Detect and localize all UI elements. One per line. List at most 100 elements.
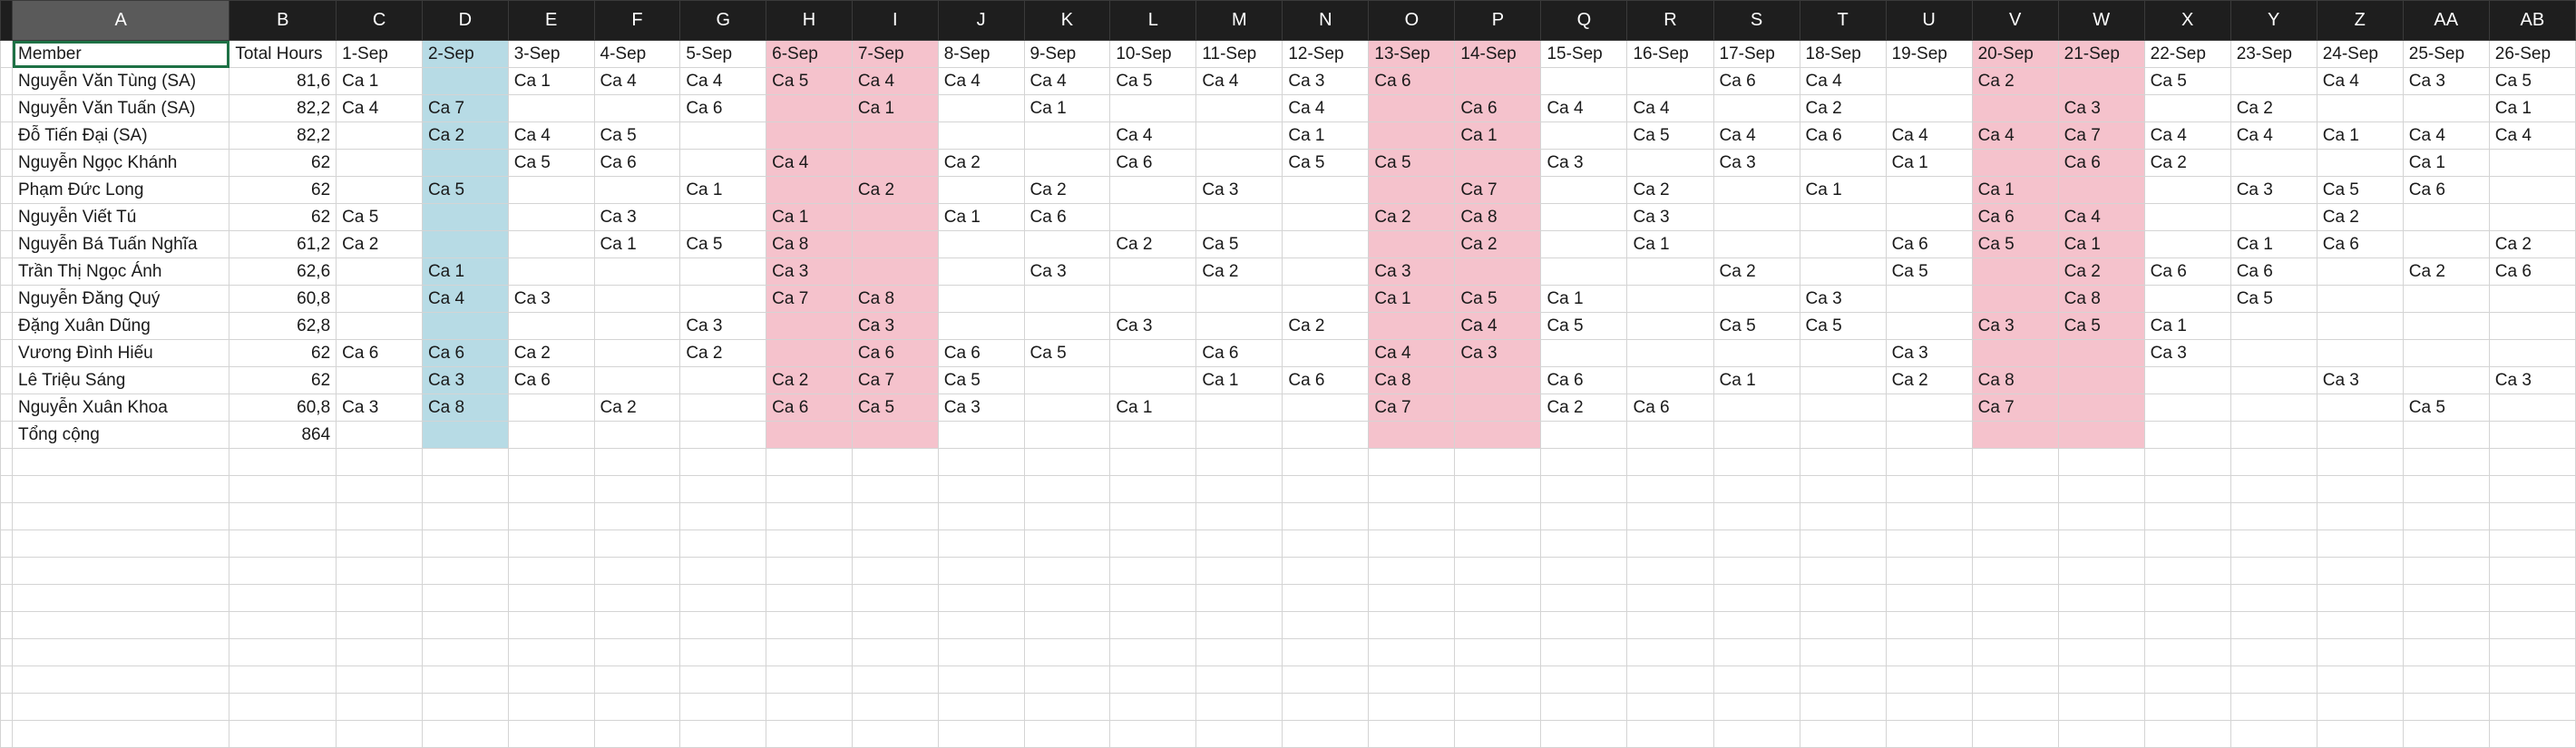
cell-v26[interactable]: [1971, 720, 2059, 748]
row-header[interactable]: [0, 257, 13, 286]
cell-e5[interactable]: Ca 5: [507, 149, 595, 177]
cell-x2[interactable]: Ca 5: [2143, 67, 2231, 95]
cell-t13[interactable]: [1799, 366, 1887, 394]
cell-e11[interactable]: [507, 312, 595, 340]
cell-w17[interactable]: [2057, 475, 2145, 503]
cell-w7[interactable]: Ca 4: [2057, 203, 2145, 231]
cell-c4[interactable]: [336, 121, 423, 150]
cell-ab15[interactable]: [2488, 421, 2576, 449]
cell-m5[interactable]: [1195, 149, 1283, 177]
cell-o26[interactable]: [1368, 720, 1456, 748]
cell-j7[interactable]: Ca 1: [937, 203, 1025, 231]
cell-w2[interactable]: [2057, 67, 2145, 95]
cell-d2[interactable]: [421, 67, 509, 95]
cell-u17[interactable]: [1885, 475, 1973, 503]
cell-i26[interactable]: [851, 720, 939, 748]
cell-e23[interactable]: [507, 638, 595, 666]
cell-r3[interactable]: Ca 4: [1626, 94, 1714, 122]
cell-c20[interactable]: [336, 557, 423, 585]
cell-e16[interactable]: [507, 448, 595, 476]
cell-d14[interactable]: Ca 8: [421, 393, 509, 422]
cell-p23[interactable]: [1454, 638, 1542, 666]
column-header-r[interactable]: R: [1626, 0, 1714, 41]
cell-n14[interactable]: [1282, 393, 1370, 422]
cell-g26[interactable]: [679, 720, 767, 748]
cell-aa4[interactable]: Ca 4: [2402, 121, 2490, 150]
cell-o1[interactable]: 13-Sep: [1368, 40, 1456, 68]
cell-x26[interactable]: [2143, 720, 2231, 748]
cell-ab17[interactable]: [2488, 475, 2576, 503]
row-header[interactable]: [0, 529, 13, 558]
row-header[interactable]: [0, 557, 13, 585]
cell-d7[interactable]: [421, 203, 509, 231]
cell-e12[interactable]: Ca 2: [507, 339, 595, 367]
cell-r19[interactable]: [1626, 529, 1714, 558]
cell-f19[interactable]: [593, 529, 681, 558]
row-header[interactable]: [0, 693, 13, 721]
cell-z13[interactable]: Ca 3: [2316, 366, 2404, 394]
cell-u16[interactable]: [1885, 448, 1973, 476]
column-header-q[interactable]: Q: [1540, 0, 1628, 41]
cell-z2[interactable]: Ca 4: [2316, 67, 2404, 95]
select-all-corner[interactable]: [0, 0, 13, 41]
cell-w4[interactable]: Ca 7: [2057, 121, 2145, 150]
cell-j9[interactable]: [937, 257, 1025, 286]
cell-f5[interactable]: Ca 6: [593, 149, 681, 177]
cell-p13[interactable]: [1454, 366, 1542, 394]
cell-z9[interactable]: [2316, 257, 2404, 286]
row-header[interactable]: [0, 121, 13, 150]
column-header-l[interactable]: L: [1109, 0, 1197, 41]
cell-k17[interactable]: [1023, 475, 1111, 503]
cell-u2[interactable]: [1885, 67, 1973, 95]
column-header-o[interactable]: O: [1368, 0, 1456, 41]
row-header[interactable]: [0, 475, 13, 503]
cell-c8[interactable]: Ca 2: [336, 230, 423, 258]
cell-l11[interactable]: Ca 3: [1109, 312, 1197, 340]
cell-i8[interactable]: [851, 230, 939, 258]
cell-e14[interactable]: [507, 393, 595, 422]
column-header-u[interactable]: U: [1885, 0, 1973, 41]
cell-r4[interactable]: Ca 5: [1626, 121, 1714, 150]
cell-s1[interactable]: 17-Sep: [1712, 40, 1800, 68]
column-header-k[interactable]: K: [1023, 0, 1111, 41]
cell-e7[interactable]: [507, 203, 595, 231]
cell-b9[interactable]: 62,6: [229, 257, 337, 286]
cell-n13[interactable]: Ca 6: [1282, 366, 1370, 394]
cell-w26[interactable]: [2057, 720, 2145, 748]
cell-h7[interactable]: Ca 1: [766, 203, 853, 231]
cell-aa1[interactable]: 25-Sep: [2402, 40, 2490, 68]
cell-n24[interactable]: [1282, 665, 1370, 694]
cell-k24[interactable]: [1023, 665, 1111, 694]
cell-z12[interactable]: [2316, 339, 2404, 367]
cell-p7[interactable]: Ca 8: [1454, 203, 1542, 231]
cell-i19[interactable]: [851, 529, 939, 558]
cell-w11[interactable]: Ca 5: [2057, 312, 2145, 340]
cell-a25[interactable]: [11, 693, 230, 721]
column-header-g[interactable]: G: [679, 0, 767, 41]
cell-r9[interactable]: [1626, 257, 1714, 286]
cell-u25[interactable]: [1885, 693, 1973, 721]
cell-i13[interactable]: Ca 7: [851, 366, 939, 394]
column-header-a[interactable]: A: [11, 0, 230, 41]
cell-u21[interactable]: [1885, 584, 1973, 612]
cell-m7[interactable]: [1195, 203, 1283, 231]
cell-b26[interactable]: [229, 720, 337, 748]
cell-x16[interactable]: [2143, 448, 2231, 476]
cell-z7[interactable]: Ca 2: [2316, 203, 2404, 231]
cell-t12[interactable]: [1799, 339, 1887, 367]
cell-p5[interactable]: [1454, 149, 1542, 177]
cell-d26[interactable]: [421, 720, 509, 748]
row-header[interactable]: [0, 285, 13, 313]
column-header-j[interactable]: J: [937, 0, 1025, 41]
cell-u19[interactable]: [1885, 529, 1973, 558]
cell-v11[interactable]: Ca 3: [1971, 312, 2059, 340]
cell-q16[interactable]: [1540, 448, 1628, 476]
cell-m18[interactable]: [1195, 502, 1283, 530]
cell-w24[interactable]: [2057, 665, 2145, 694]
cell-e17[interactable]: [507, 475, 595, 503]
cell-w22[interactable]: [2057, 611, 2145, 639]
cell-d24[interactable]: [421, 665, 509, 694]
cell-aa15[interactable]: [2402, 421, 2490, 449]
cell-c14[interactable]: Ca 3: [336, 393, 423, 422]
cell-o5[interactable]: Ca 5: [1368, 149, 1456, 177]
